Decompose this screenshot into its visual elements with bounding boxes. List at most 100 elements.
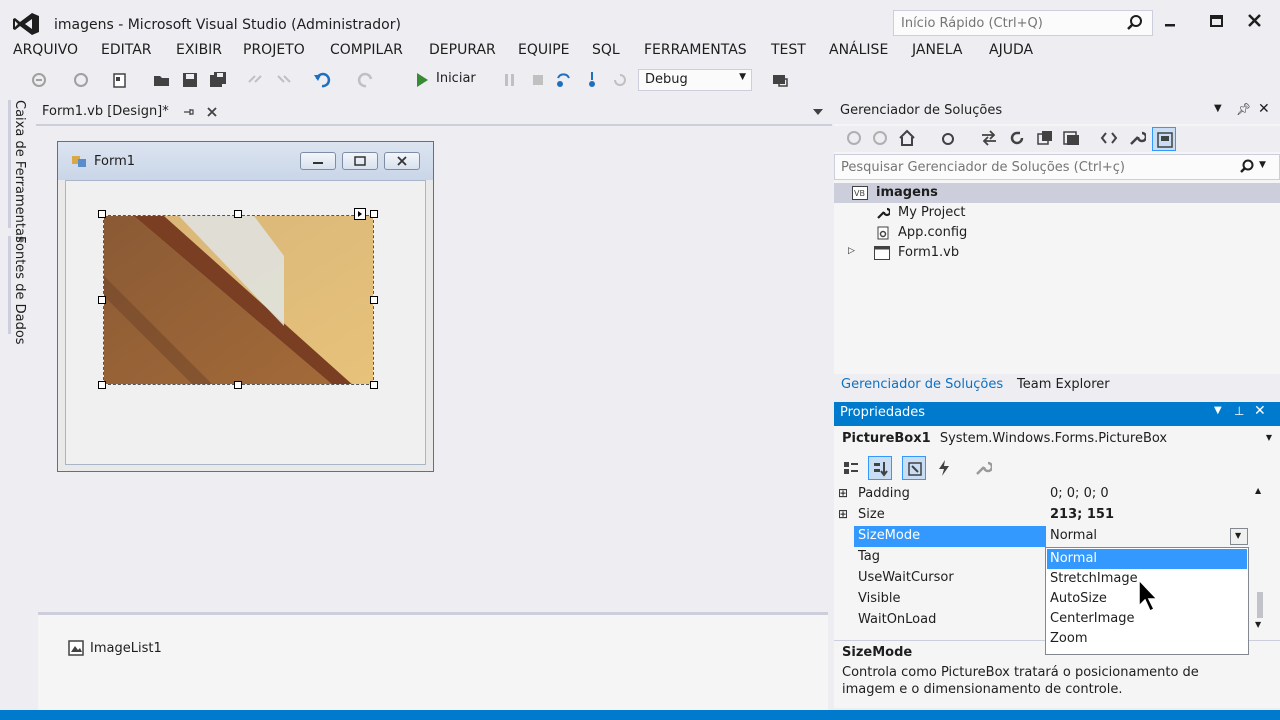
- step-into-icon[interactable]: [582, 70, 602, 90]
- resize-handle[interactable]: [370, 210, 378, 218]
- object-selector[interactable]: PictureBox1 System.Windows.Forms.Picture…: [834, 428, 1280, 452]
- pin-icon[interactable]: 📌︎: [1236, 102, 1251, 116]
- option-zoom[interactable]: Zoom: [1047, 629, 1247, 649]
- step-over-icon[interactable]: [554, 70, 574, 90]
- form-close-button[interactable]: [384, 152, 420, 170]
- menu-ferramentas[interactable]: FERRAMENTAS: [644, 42, 747, 58]
- comment-icon[interactable]: [246, 70, 266, 90]
- save-all-icon[interactable]: [208, 70, 228, 90]
- back-icon[interactable]: [846, 130, 862, 146]
- menu-equipe[interactable]: EQUIPE: [518, 42, 570, 58]
- resize-handle[interactable]: [98, 381, 106, 389]
- resize-handle[interactable]: [370, 381, 378, 389]
- tree-item-project[interactable]: VB imagens: [834, 183, 1280, 203]
- quick-launch-box[interactable]: [893, 10, 1153, 36]
- navigate-forward-icon[interactable]: [72, 70, 92, 90]
- form-maximize-button[interactable]: [342, 152, 378, 170]
- resize-handle[interactable]: [234, 381, 242, 389]
- menu-sql[interactable]: SQL: [592, 42, 620, 58]
- imagelist1-component[interactable]: ImageList1: [68, 640, 162, 658]
- menu-analise[interactable]: ANÁLISE: [829, 42, 888, 58]
- panel-menu-chevron-icon[interactable]: ▼: [1214, 405, 1222, 416]
- menu-janela[interactable]: JANELA: [912, 42, 962, 58]
- tab-solution-explorer[interactable]: Gerenciador de Soluções: [841, 377, 1003, 392]
- tree-item-my-project[interactable]: My Project: [834, 203, 1280, 223]
- quick-launch-input[interactable]: [894, 11, 1114, 35]
- solution-search-box[interactable]: ▼: [834, 154, 1280, 180]
- menu-ajuda[interactable]: AJUDA: [989, 42, 1033, 58]
- new-project-icon[interactable]: [110, 70, 130, 90]
- property-row-sizemode[interactable]: SizeMode Normal ▼: [834, 526, 1254, 547]
- close-tab-icon[interactable]: [206, 106, 218, 118]
- tab-team-explorer[interactable]: Team Explorer: [1017, 377, 1110, 392]
- pause-icon[interactable]: [500, 70, 520, 90]
- properties-scrollbar[interactable]: ▲ ▼: [1253, 486, 1267, 632]
- form-minimize-button[interactable]: [300, 152, 336, 170]
- expand-plus-icon[interactable]: ⊞: [838, 486, 848, 500]
- close-panel-icon[interactable]: ✕: [1258, 101, 1270, 117]
- menu-projeto[interactable]: PROJETO: [243, 42, 305, 58]
- close-panel-icon[interactable]: ✕: [1254, 403, 1266, 419]
- close-icon[interactable]: [1244, 10, 1266, 32]
- property-pages-wrench-icon[interactable]: [974, 459, 992, 477]
- property-row-size[interactable]: ⊞ Size 213; 151: [834, 505, 1254, 526]
- menu-depurar[interactable]: DEPURAR: [429, 42, 496, 58]
- show-all-files-icon[interactable]: [1062, 129, 1080, 147]
- solution-configuration-select[interactable]: Debug ▼: [638, 69, 752, 91]
- menu-compilar[interactable]: COMPILAR: [330, 42, 403, 58]
- option-normal[interactable]: Normal: [1047, 549, 1247, 569]
- menu-test[interactable]: TEST: [771, 42, 806, 58]
- panel-menu-chevron-icon[interactable]: ▼: [1214, 103, 1222, 114]
- menu-arquivo[interactable]: ARQUIVO: [13, 42, 78, 58]
- tree-item-form1[interactable]: ▷ Form1.vb: [834, 243, 1280, 263]
- tab-data-sources[interactable]: Fontes de Dados: [12, 236, 27, 345]
- minimize-icon[interactable]: [1160, 10, 1182, 32]
- home-icon[interactable]: [898, 129, 916, 147]
- expand-plus-icon[interactable]: ⊞: [838, 507, 848, 521]
- pending-changes-icon[interactable]: [940, 130, 956, 146]
- property-value[interactable]: Normal: [1050, 528, 1097, 543]
- navigate-back-icon[interactable]: [30, 70, 50, 90]
- events-lightning-icon[interactable]: [936, 459, 952, 477]
- solution-search-input[interactable]: [835, 155, 1225, 179]
- redo-icon[interactable]: [356, 70, 376, 90]
- resize-handle[interactable]: [98, 296, 106, 304]
- restart-icon[interactable]: [610, 70, 630, 90]
- search-icon[interactable]: [1126, 14, 1144, 32]
- scroll-up-icon[interactable]: ▲: [1255, 486, 1261, 495]
- resize-handle[interactable]: [234, 210, 242, 218]
- open-file-icon[interactable]: [152, 70, 172, 90]
- stop-icon[interactable]: [528, 70, 548, 90]
- picturebox1[interactable]: [103, 215, 374, 385]
- start-button-label[interactable]: Iniciar: [436, 71, 476, 86]
- smart-tag-icon[interactable]: [354, 208, 366, 220]
- document-tab-form1-design[interactable]: Form1.vb [Design]*: [36, 100, 226, 124]
- sync-icon[interactable]: [980, 130, 998, 146]
- tab-toolbox[interactable]: Caixa de Ferramentas: [12, 100, 27, 243]
- maximize-icon[interactable]: [1206, 10, 1228, 32]
- refresh-icon[interactable]: [1008, 129, 1026, 147]
- resize-handle[interactable]: [370, 296, 378, 304]
- sizemode-dropdown-button[interactable]: ▼: [1230, 528, 1248, 545]
- save-icon[interactable]: [180, 70, 200, 90]
- tree-item-app-config[interactable]: App.config: [834, 223, 1280, 243]
- tab-overflow-chevron-icon[interactable]: [812, 107, 824, 117]
- pin-icon[interactable]: [182, 106, 194, 118]
- undo-icon[interactable]: [312, 70, 332, 90]
- start-debug-icon[interactable]: [412, 70, 432, 90]
- properties-view-button[interactable]: [902, 456, 926, 480]
- search-options-chevron-icon[interactable]: ▼: [1259, 160, 1266, 170]
- menu-editar[interactable]: EDITAR: [101, 42, 152, 58]
- alphabetical-button[interactable]: [868, 456, 892, 480]
- property-row-padding[interactable]: ⊞ Padding 0; 0; 0; 0: [834, 484, 1254, 505]
- properties-wrench-icon[interactable]: [1128, 129, 1146, 147]
- scrollbar-thumb[interactable]: [1257, 592, 1263, 618]
- forward-icon[interactable]: [872, 130, 888, 146]
- pin-icon[interactable]: ⊥: [1234, 404, 1244, 418]
- search-icon[interactable]: [1239, 159, 1255, 175]
- categorized-icon[interactable]: [842, 459, 860, 477]
- expand-arrow-icon[interactable]: ▷: [848, 246, 855, 256]
- view-designer-button[interactable]: [1152, 127, 1176, 151]
- find-in-files-icon[interactable]: [770, 70, 790, 90]
- uncomment-icon[interactable]: [274, 70, 294, 90]
